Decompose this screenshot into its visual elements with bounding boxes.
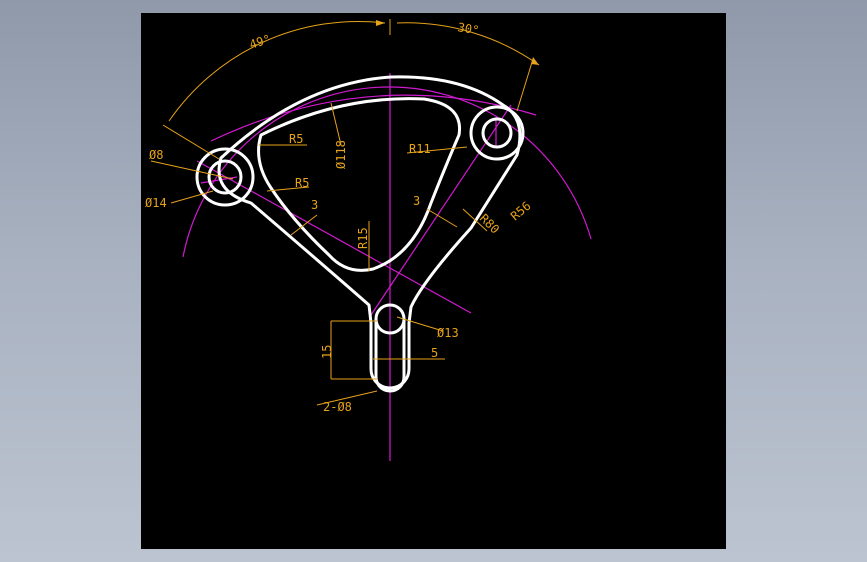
radius-15-label: R15 [356, 227, 370, 249]
r56-pitch-arc [182, 86, 592, 258]
dia-8-label: Ø8 [149, 148, 163, 162]
technical-drawing: 49° 30° Ø8 Ø14 R5 R5 3 Ø118 R15 R11 3 R8… [145, 19, 592, 461]
right-hole [481, 117, 513, 149]
radius-5-top-label: R5 [289, 132, 303, 146]
center-lines [182, 73, 592, 461]
dia-118-label: Ø118 [334, 140, 348, 169]
angle-49-arc [168, 20, 386, 122]
dimension-texts: 49° 30° Ø8 Ø14 R5 R5 3 Ø118 R15 R11 3 R8… [145, 20, 534, 414]
angle-49-ext-line [162, 124, 220, 160]
right-boss-outer [469, 105, 525, 161]
dia-14-label: Ø14 [145, 196, 167, 210]
angle-49-arrow [376, 20, 385, 26]
right-spoke-center-line [370, 104, 512, 316]
holes-label: 2-Ø8 [323, 400, 352, 414]
dim-3-left-label: 3 [311, 198, 318, 212]
radius-11-label: R11 [409, 142, 431, 156]
dim-3-right-label: 3 [413, 194, 420, 208]
dim-5-label: 5 [431, 346, 438, 360]
angle-left-label: 49° [248, 32, 273, 52]
angle-30-ext-line [516, 58, 534, 112]
radius-5-bottom-label: R5 [295, 176, 309, 190]
radius-56-label: R56 [508, 199, 534, 224]
angle-right-label: 30° [456, 20, 480, 38]
cad-drawing-canvas[interactable]: 49° 30° Ø8 Ø14 R5 R5 3 Ø118 R15 R11 3 R8… [141, 13, 726, 549]
dim-15-label: 15 [320, 345, 334, 359]
dia-118-leader [330, 102, 342, 146]
dia-13-label: Ø13 [437, 326, 459, 340]
angle-30-arrow [531, 57, 539, 65]
